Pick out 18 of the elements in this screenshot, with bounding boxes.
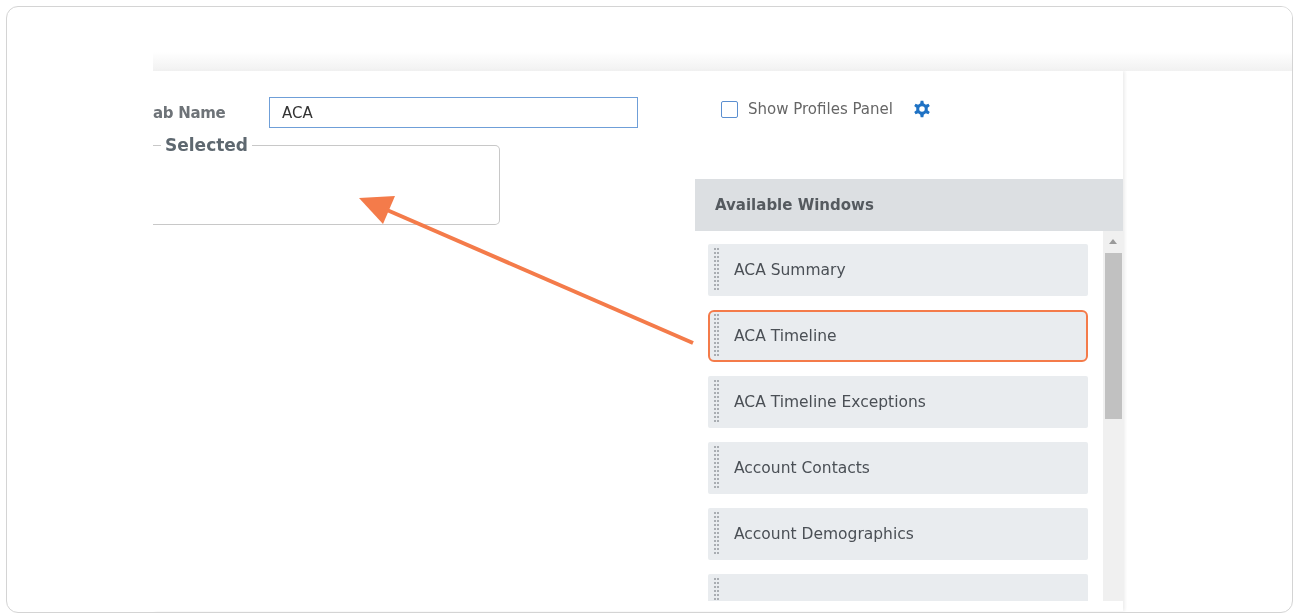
drag-handle-icon[interactable] — [714, 512, 720, 556]
panel-header: Available Windows — [695, 179, 1123, 231]
window-list-item[interactable]: Account Demographics — [708, 508, 1088, 560]
window-list-item[interactable]: ACA Timeline Exceptions — [708, 376, 1088, 428]
scroll-up-icon[interactable] — [1107, 237, 1119, 245]
checkbox-label[interactable]: Show Profiles Panel — [748, 100, 893, 118]
drag-handle-icon[interactable] — [714, 380, 720, 424]
drag-handle-icon[interactable] — [714, 248, 720, 292]
window-list-item[interactable]: Account Contacts — [708, 442, 1088, 494]
drag-handle-icon[interactable] — [714, 446, 720, 490]
field-label: ab Name — [153, 103, 227, 122]
window-list-item[interactable]: ACA Summary — [708, 244, 1088, 296]
checkbox[interactable] — [721, 100, 738, 118]
window-list-item[interactable]: ACA Timeline — [708, 310, 1088, 362]
scrollbar[interactable] — [1103, 231, 1123, 601]
scrollbar-thumb[interactable] — [1105, 253, 1122, 419]
drag-handle-icon[interactable] — [714, 314, 720, 358]
tab-name-field[interactable]: ACA — [269, 97, 638, 128]
